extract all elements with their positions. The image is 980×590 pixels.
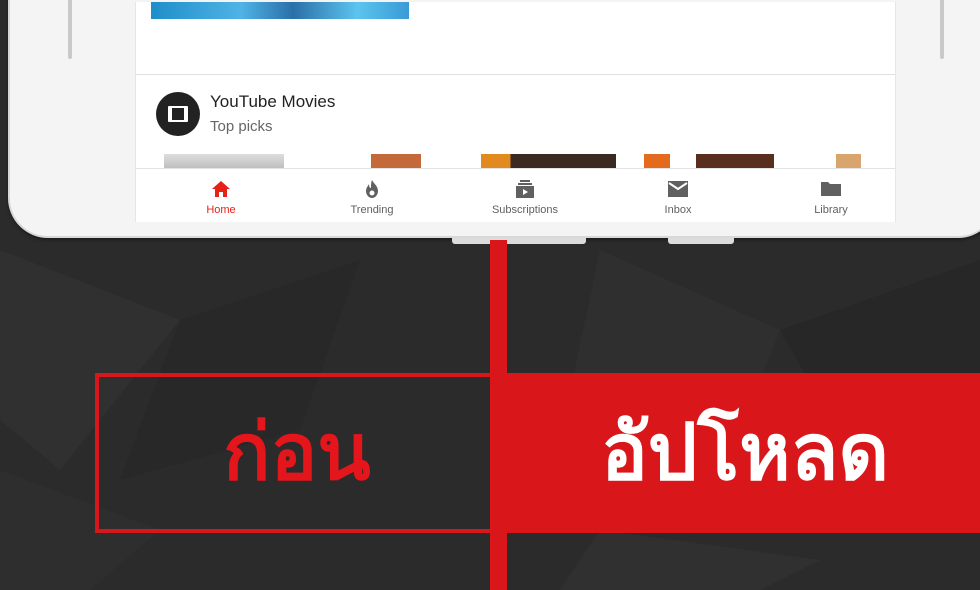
phone-frame: YouTube Movies Top picks Home Trending S… — [8, 0, 980, 238]
phone-edge-left — [68, 0, 72, 59]
app-screen: YouTube Movies Top picks Home Trending S… — [135, 2, 896, 222]
subscriptions-icon — [516, 180, 534, 198]
nav-item-home[interactable]: Home — [151, 169, 291, 222]
nav-label: Library — [814, 204, 848, 216]
nav-label: Trending — [350, 204, 394, 216]
bottom-navigation: Home Trending Subscriptions Inbox Librar… — [136, 168, 895, 222]
nav-item-library[interactable]: Library — [761, 169, 895, 222]
after-label: อัปโหลด — [600, 408, 890, 498]
channel-title[interactable]: YouTube Movies — [210, 92, 335, 112]
mail-icon — [668, 181, 688, 197]
flame-icon — [366, 180, 378, 198]
channel-subtitle: Top picks — [210, 118, 273, 135]
film-icon — [168, 106, 188, 122]
phone-edge-right — [940, 0, 944, 59]
video-thumbnail[interactable] — [151, 2, 409, 19]
before-label: ก่อน — [223, 408, 371, 498]
phone-side-button — [452, 238, 586, 244]
folder-icon — [821, 182, 841, 196]
section-divider — [136, 74, 895, 75]
nav-label: Subscriptions — [491, 204, 559, 216]
nav-label: Inbox — [664, 204, 692, 216]
nav-item-inbox[interactable]: Inbox — [608, 169, 748, 222]
channel-avatar[interactable] — [156, 92, 200, 136]
nav-item-trending[interactable]: Trending — [302, 169, 442, 222]
phone-side-button — [668, 238, 734, 244]
nav-label: Home — [206, 204, 236, 216]
home-icon — [212, 181, 230, 197]
nav-item-subscriptions[interactable]: Subscriptions — [455, 169, 595, 222]
